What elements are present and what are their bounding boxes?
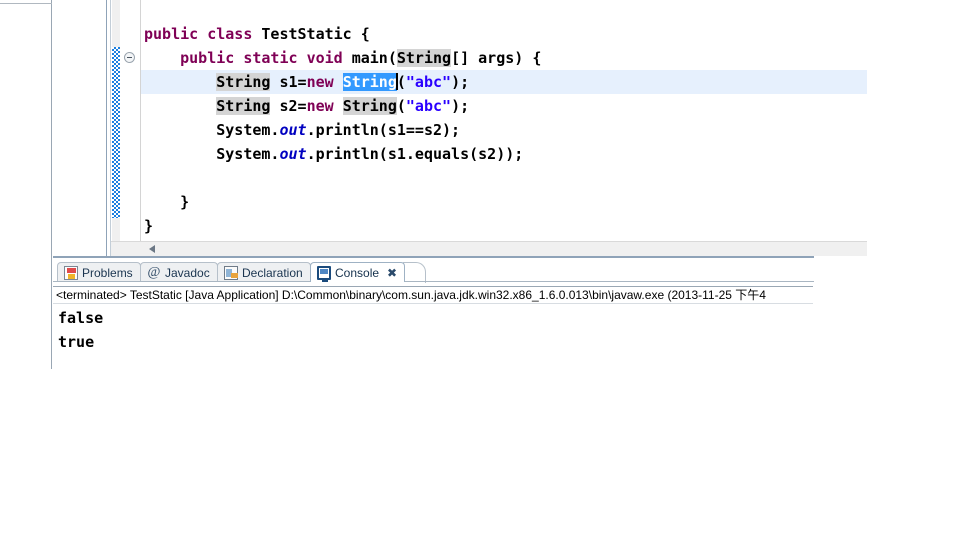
code-token: new	[306, 97, 334, 115]
code-token: "abc"	[405, 73, 452, 91]
code-token: "abc"	[405, 97, 452, 115]
console-launch-config-line: <terminated> TestStatic [Java Applicatio…	[53, 286, 813, 304]
editor-code-area[interactable]: public class TestStatic { public static …	[141, 0, 867, 241]
view-tab-console[interactable]: Console ✖	[310, 262, 406, 282]
view-tab-label: Declaration	[242, 265, 303, 280]
code-token: out	[279, 121, 307, 139]
code-token: out	[279, 145, 307, 163]
code-line-text: }	[141, 193, 189, 211]
code-token: [] args) {	[451, 49, 542, 67]
code-token: String	[396, 49, 452, 67]
change-bar-indicator	[112, 47, 120, 218]
code-token: String	[216, 97, 271, 115]
code-token: .println(s1==s2);	[306, 121, 461, 139]
code-token: (	[396, 97, 406, 115]
problems-icon	[64, 265, 78, 280]
editor-change-ruler	[112, 0, 120, 249]
code-token: s1=	[270, 73, 307, 91]
code-token: .println(s1.equals(s2));	[306, 145, 524, 163]
code-token: );	[451, 73, 470, 91]
code-line-text: }	[141, 217, 153, 235]
code-token: new	[306, 73, 334, 91]
code-token: public	[144, 25, 199, 43]
code-token: }	[144, 193, 190, 211]
code-line[interactable]: String s2=new String("abc");	[141, 94, 867, 118]
code-line-text: System.out.println(s1==s2);	[141, 121, 460, 139]
code-token: System.	[144, 145, 280, 163]
code-token: main	[351, 49, 388, 67]
code-token: void	[306, 49, 343, 67]
scroll-left-arrow-icon[interactable]	[149, 245, 155, 253]
view-tab-problems[interactable]: Problems	[57, 262, 141, 282]
adjacent-view-divider	[0, 3, 52, 4]
adjacent-view-panel[interactable]	[0, 0, 52, 369]
code-line-text: String s2=new String("abc");	[141, 97, 469, 115]
code-token: System.	[144, 121, 280, 139]
code-line-text: public class TestStatic {	[141, 25, 370, 43]
view-tab-underline	[53, 281, 814, 282]
code-line[interactable]: }	[141, 214, 867, 238]
console-output-text: false true	[53, 306, 813, 368]
code-token: s2=	[270, 97, 307, 115]
code-line[interactable]: System.out.println(s1==s2);	[141, 118, 867, 142]
view-tab-strip-tail	[403, 262, 426, 283]
code-line[interactable]	[141, 166, 867, 190]
code-token: );	[451, 97, 470, 115]
view-tab-declaration[interactable]: Declaration	[217, 262, 311, 282]
code-token: String	[216, 73, 271, 91]
javadoc-icon: @	[147, 264, 161, 280]
declaration-icon	[224, 265, 238, 280]
code-line-text: String s1=new String("abc");	[141, 73, 469, 91]
code-line[interactable]: public static void main(String[] args) {	[141, 46, 867, 70]
code-token: String	[342, 73, 397, 91]
code-line[interactable]: System.out.println(s1.equals(s2));	[141, 142, 867, 166]
code-line-text: public static void main(String[] args) {	[141, 49, 541, 67]
code-token: TestStatic	[261, 25, 352, 43]
editor-horizontal-scrollbar[interactable]	[111, 241, 867, 256]
view-tab-label: Problems	[82, 265, 133, 280]
fold-collapse-icon[interactable]	[124, 52, 135, 63]
code-token: }	[144, 217, 154, 235]
code-token: static	[243, 49, 298, 67]
code-token: (	[396, 73, 406, 91]
console-view-panel[interactable]: Problems @ Javadoc Declaration Console ✖ <ter…	[53, 258, 814, 369]
code-line[interactable]: String s1=new String("abc");	[141, 70, 867, 94]
editor-folding-gutter[interactable]	[120, 0, 141, 249]
view-tab-label: Console	[335, 265, 380, 280]
java-editor[interactable]: public class TestStatic { public static …	[53, 0, 867, 256]
editor-left-edge	[106, 0, 111, 256]
console-icon	[317, 265, 331, 282]
code-token: class	[207, 25, 253, 43]
code-token: {	[351, 25, 370, 43]
view-tab-strip[interactable]: Problems @ Javadoc Declaration Console ✖	[53, 262, 814, 283]
code-line[interactable]: public class TestStatic {	[141, 22, 867, 46]
code-token: String	[342, 97, 397, 115]
code-token: public	[180, 49, 235, 67]
view-tab-label: Javadoc	[165, 265, 210, 280]
code-line-text: System.out.println(s1.equals(s2));	[141, 145, 523, 163]
code-token: (	[387, 49, 397, 67]
code-line[interactable]: }	[141, 190, 867, 214]
view-tab-javadoc[interactable]: @ Javadoc	[140, 262, 218, 282]
close-icon[interactable]: ✖	[387, 267, 397, 279]
